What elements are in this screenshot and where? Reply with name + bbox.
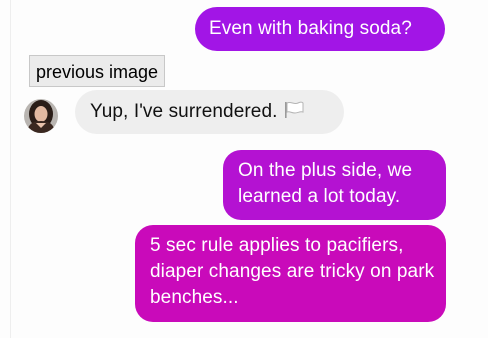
- message-bubble-outgoing[interactable]: 5 sec rule applies to pacifiers, diaper …: [135, 225, 446, 322]
- message-text: On the plus side, we learned a lot today…: [238, 160, 413, 207]
- tooltip-text: previous image: [36, 62, 159, 82]
- message-bubble-incoming[interactable]: Yup, I've surrendered.: [75, 90, 344, 134]
- message-text: Even with baking soda?: [209, 18, 412, 39]
- divider: [10, 0, 11, 338]
- tooltip: previous image: [29, 55, 166, 87]
- avatar[interactable]: [24, 99, 58, 133]
- message-bubble-outgoing[interactable]: On the plus side, we learned a lot today…: [223, 150, 446, 220]
- message-text: Yup, I've surrendered.: [90, 101, 278, 122]
- avatar-image: [24, 99, 58, 133]
- message-text: 5 sec rule applies to pacifiers, diaper …: [150, 235, 435, 308]
- message-bubble-outgoing[interactable]: Even with baking soda?: [195, 7, 445, 51]
- chat-thread: Even with baking soda? previous image Yu…: [0, 0, 488, 338]
- white-flag-icon: [284, 101, 304, 119]
